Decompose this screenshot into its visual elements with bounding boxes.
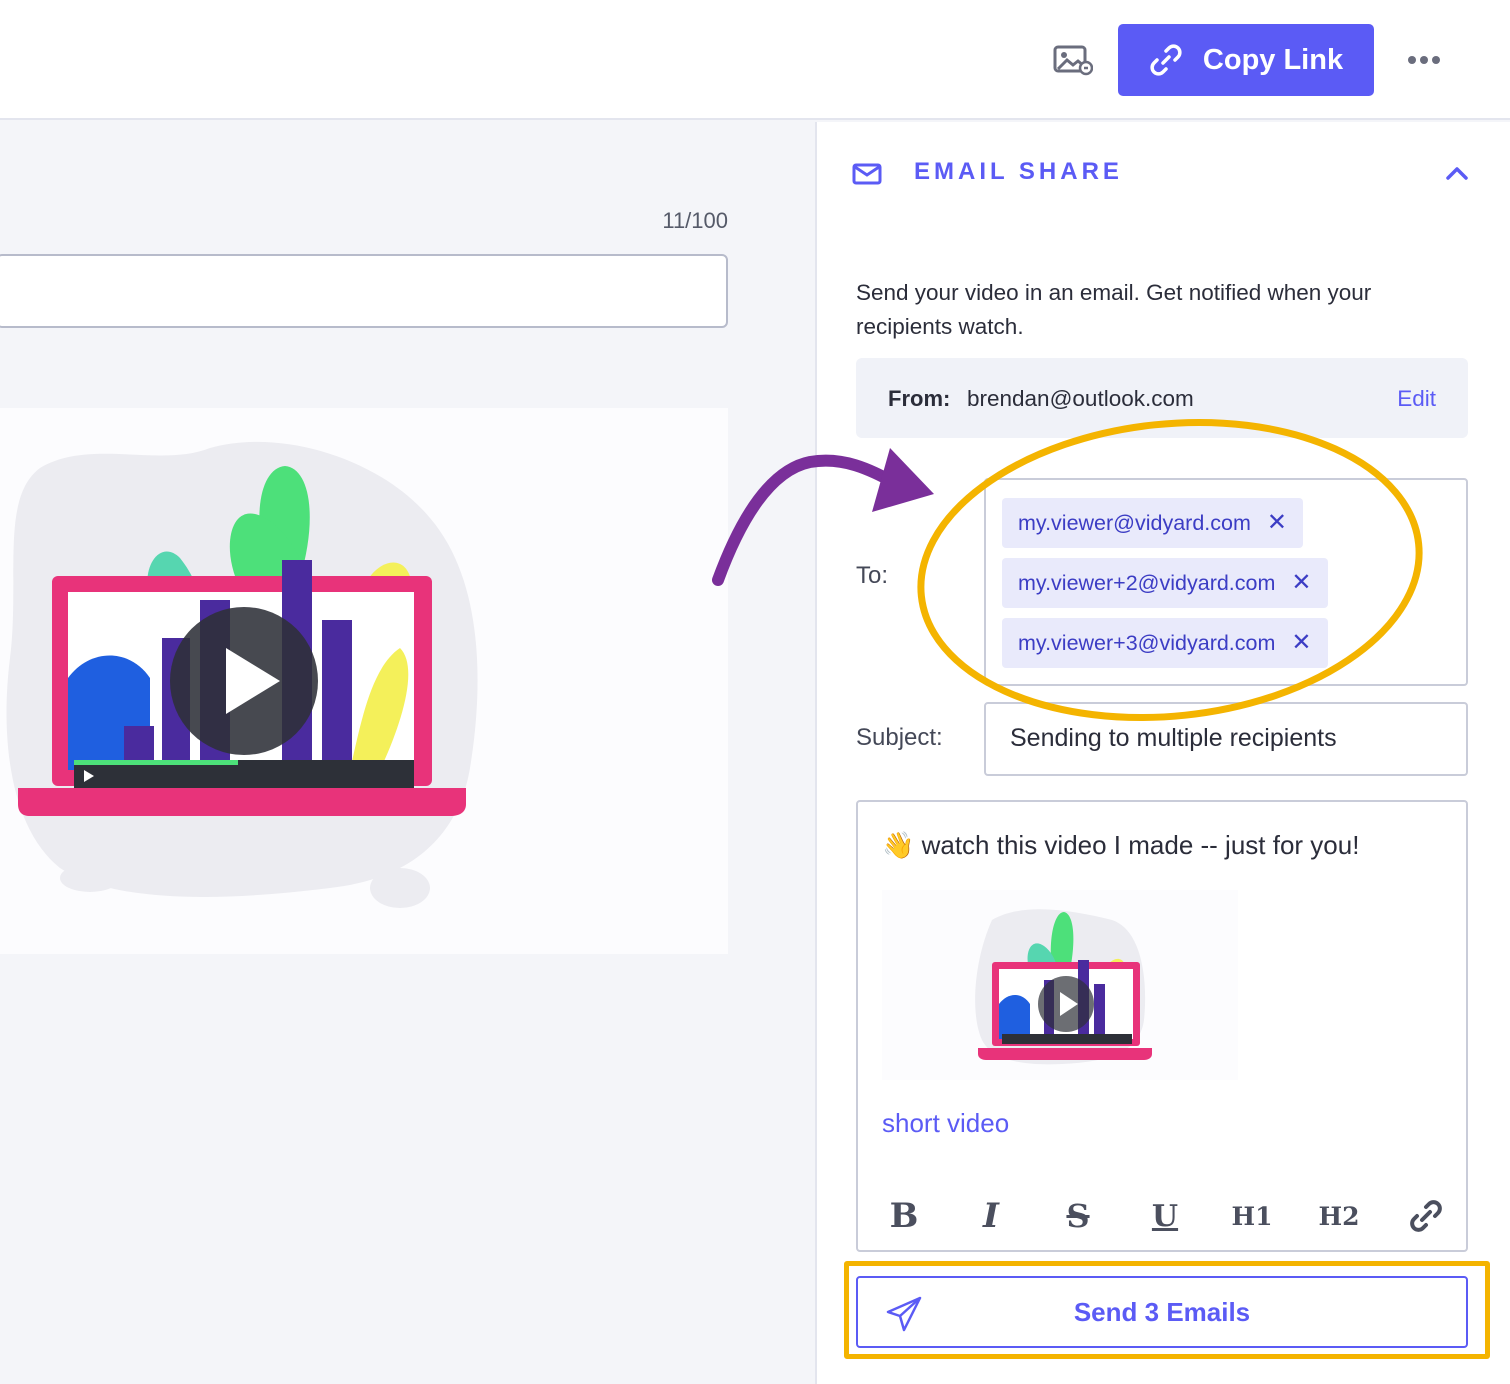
mail-icon	[852, 163, 882, 185]
edit-from-link[interactable]: Edit	[1397, 386, 1436, 412]
send-emails-button[interactable]: Send 3 Emails	[856, 1276, 1468, 1348]
video-thumbnail-illustration	[975, 909, 1152, 1065]
bold-button[interactable]: B	[882, 1194, 926, 1238]
italic-button[interactable]: I	[969, 1194, 1013, 1238]
send-emails-label: Send 3 Emails	[1073, 1296, 1251, 1327]
heading2-button[interactable]: H2	[1317, 1194, 1361, 1238]
paper-plane-icon	[886, 1296, 922, 1332]
remove-recipient-icon[interactable]: ✕	[1291, 631, 1311, 655]
from-label: From:	[888, 386, 951, 411]
email-body-editor[interactable]: 👋 watch this video I made -- just for yo…	[856, 800, 1468, 1252]
recipient-email: my.viewer+2@vidyard.com	[1018, 570, 1276, 595]
recipient-email: my.viewer@vidyard.com	[1018, 510, 1251, 535]
ellipsis-icon	[1408, 56, 1416, 64]
video-link[interactable]: short video	[882, 1108, 1009, 1139]
title-char-counter: 11/100	[662, 208, 728, 233]
to-label: To:	[856, 562, 889, 589]
recipient-chip: my.viewer+2@vidyard.com ✕	[1002, 558, 1328, 608]
email-share-description: Send your video in an email. Get notifie…	[856, 280, 1372, 339]
video-thumbnail-illustration	[6, 441, 478, 908]
heading1-button[interactable]: H1	[1230, 1194, 1274, 1238]
section-title: EMAIL SHARE	[914, 158, 1123, 185]
image-link-icon	[1053, 45, 1093, 76]
video-title-input[interactable]	[0, 254, 728, 328]
underline-button[interactable]: U	[1143, 1194, 1187, 1238]
video-preview[interactable]	[0, 408, 728, 954]
remove-recipient-icon[interactable]: ✕	[1267, 511, 1287, 535]
email-body-text[interactable]: 👋 watch this video I made -- just for yo…	[882, 830, 1359, 861]
recipient-email: my.viewer+3@vidyard.com	[1018, 630, 1276, 655]
chevron-up-icon[interactable]	[1442, 158, 1472, 188]
recipient-chip: my.viewer@vidyard.com ✕	[1002, 498, 1303, 548]
copy-link-label: Copy Link	[1202, 43, 1344, 76]
subject-input[interactable]: Sending to multiple recipients	[984, 702, 1468, 776]
insert-link-button[interactable]	[1404, 1194, 1448, 1238]
more-options-button[interactable]	[1402, 44, 1446, 76]
remove-recipient-icon[interactable]: ✕	[1291, 571, 1311, 595]
formatting-toolbar: B I S U H1 H2	[882, 1194, 1448, 1238]
email-video-thumbnail[interactable]	[882, 890, 1238, 1080]
copy-link-button[interactable]: Copy Link	[1118, 24, 1374, 96]
recipient-chip: my.viewer+3@vidyard.com ✕	[1002, 618, 1328, 668]
strikethrough-button[interactable]: S	[1056, 1194, 1100, 1238]
top-bar: Copy Link	[0, 0, 1510, 120]
from-email: brendan@outlook.com	[967, 386, 1194, 411]
email-share-header[interactable]: EMAIL SHARE	[852, 152, 1472, 196]
link-icon	[1150, 44, 1182, 76]
link-icon	[1410, 1200, 1442, 1232]
subject-label: Subject:	[856, 724, 943, 751]
thumbnail-button[interactable]	[1050, 40, 1096, 80]
from-row: From: brendan@outlook.com Edit	[856, 358, 1468, 438]
recipients-field[interactable]: my.viewer@vidyard.com ✕ my.viewer+2@vidy…	[984, 478, 1468, 686]
